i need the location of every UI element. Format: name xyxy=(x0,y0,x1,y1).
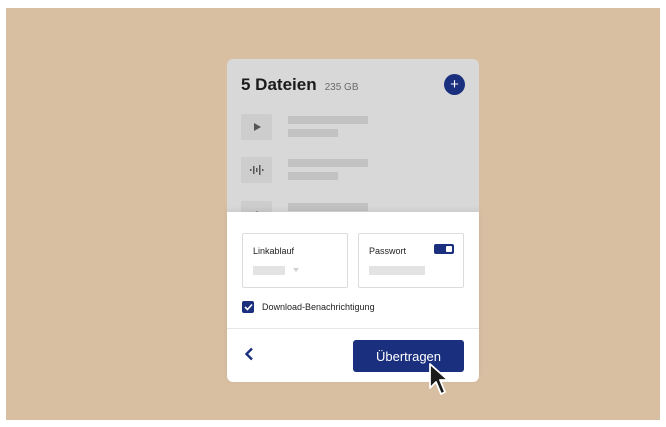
password-input-placeholder xyxy=(369,266,425,275)
link-expiry-label: Linkablauf xyxy=(253,246,295,256)
download-notification-label: Download-Benachrichtigung xyxy=(262,302,375,312)
file-name-placeholder xyxy=(288,116,368,124)
download-notification-checkbox[interactable] xyxy=(242,301,254,313)
total-size: 235 GB xyxy=(324,82,359,93)
plus-icon[interactable]: + xyxy=(444,74,465,95)
file-list-card: 5 Dateien 235 GB + xyxy=(227,59,479,229)
expiry-value-placeholder xyxy=(253,266,285,275)
mouse-pointer-icon xyxy=(429,363,449,395)
password-label: Passwort xyxy=(369,246,407,256)
file-summary: 5 Dateien 235 GB xyxy=(241,75,359,95)
audio-waveform-icon xyxy=(241,157,272,183)
file-name-placeholder xyxy=(288,203,368,211)
download-notification-option: Download-Benachrichtigung xyxy=(242,301,375,313)
transfer-options-panel: Linkablauf Passwort Download-Benachricht… xyxy=(227,212,479,382)
play-icon xyxy=(241,114,272,140)
file-meta-placeholder xyxy=(288,129,338,137)
chevron-down-icon xyxy=(293,268,299,272)
file-meta-placeholder xyxy=(288,172,338,180)
back-button[interactable] xyxy=(239,342,259,366)
link-expiry-dropdown[interactable]: Linkablauf xyxy=(242,233,348,288)
password-toggle[interactable] xyxy=(434,244,454,254)
page-title: 5 Dateien xyxy=(241,75,317,94)
password-field[interactable]: Passwort xyxy=(358,233,464,288)
file-name-placeholder xyxy=(288,159,368,167)
chevron-left-icon xyxy=(244,347,253,361)
divider xyxy=(227,328,479,329)
